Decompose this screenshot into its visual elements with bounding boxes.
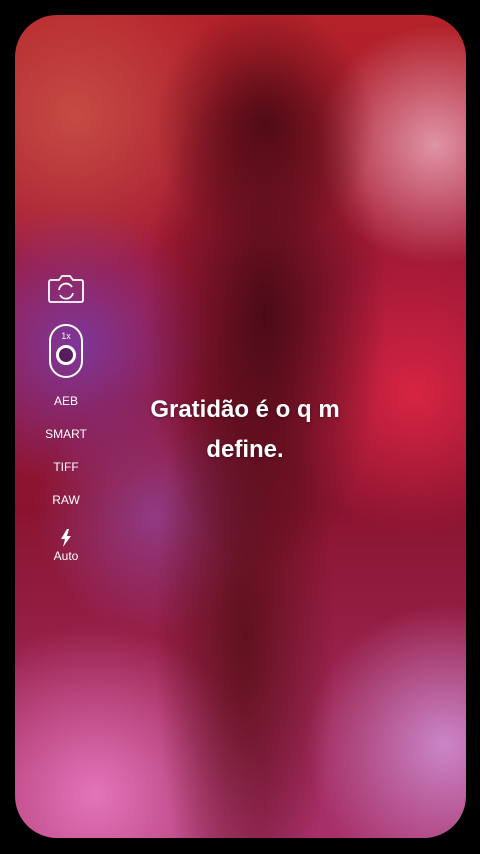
zoom-level-label: 1x	[61, 331, 71, 341]
mode-tiff[interactable]: TIFF	[53, 460, 78, 474]
zoom-toggle[interactable]: 1x	[49, 324, 83, 378]
camera-controls: 1x AEB SMART TIFF RAW Auto	[40, 270, 92, 563]
camera-switch-icon[interactable]	[47, 272, 85, 304]
mode-aeb[interactable]: AEB	[54, 394, 78, 408]
mode-raw[interactable]: RAW	[52, 493, 80, 507]
flash-mode-label[interactable]: Auto	[54, 549, 79, 563]
mode-smart[interactable]: SMART	[45, 427, 87, 441]
zoom-knob	[56, 345, 76, 365]
lightning-bolt-icon[interactable]	[60, 529, 72, 547]
story-caption: Gratidão é o q m define.	[150, 396, 340, 463]
